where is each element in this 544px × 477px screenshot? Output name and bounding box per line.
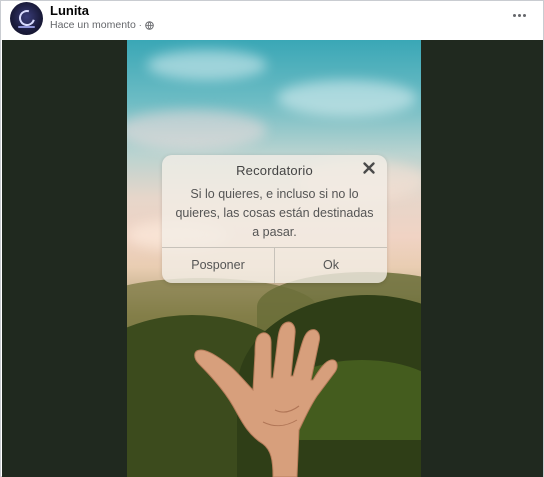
dialog-title: Recordatorio <box>236 163 313 178</box>
post-card: Lunita Hace un momento · Recordatorio Si… <box>0 0 544 477</box>
hand-image <box>194 321 338 477</box>
post-media[interactable]: Recordatorio Si lo quieres, e incluso si… <box>2 40 543 477</box>
close-icon[interactable] <box>362 161 376 175</box>
ok-button[interactable]: Ok <box>275 248 387 283</box>
more-options-icon[interactable] <box>513 10 527 20</box>
reminder-dialog: Recordatorio Si lo quieres, e incluso si… <box>162 155 387 283</box>
dialog-message: Si lo quieres, e incluso si no lo quiere… <box>175 187 374 239</box>
meta-separator: · <box>138 20 142 30</box>
globe-icon[interactable] <box>145 20 154 30</box>
post-header: Lunita Hace un momento · <box>1 1 543 39</box>
avatar[interactable] <box>10 2 43 35</box>
post-meta: Hace un momento · <box>50 19 154 31</box>
author-name[interactable]: Lunita <box>50 3 89 18</box>
postpone-button[interactable]: Posponer <box>162 248 274 283</box>
post-timestamp[interactable]: Hace un momento <box>50 19 136 31</box>
post-photo: Recordatorio Si lo quieres, e incluso si… <box>127 40 421 477</box>
